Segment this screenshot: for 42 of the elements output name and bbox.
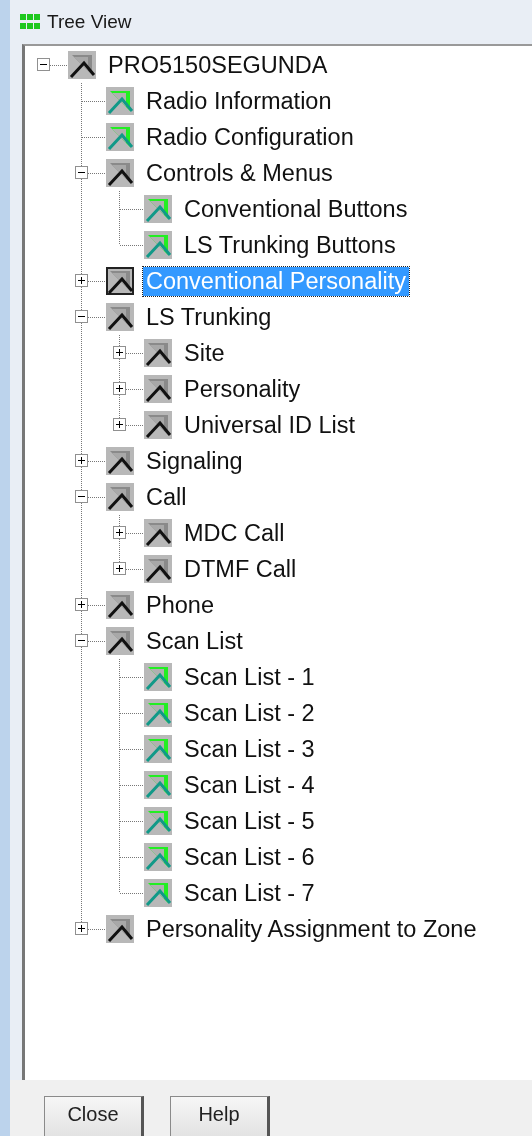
tree-item[interactable]: Scan List - 4 — [181, 770, 318, 800]
tree-item[interactable]: Scan List - 5 — [181, 806, 318, 836]
expand-icon[interactable] — [113, 562, 126, 575]
expand-icon[interactable] — [113, 526, 126, 539]
grid-icon — [20, 14, 41, 30]
tree-item[interactable]: Call — [143, 482, 190, 512]
tree-item[interactable]: Radio Configuration — [143, 122, 357, 152]
tree-item[interactable]: PRO5150SEGUNDA — [105, 50, 331, 80]
expand-icon[interactable] — [75, 454, 88, 467]
window-title: Tree View — [47, 11, 132, 33]
tree-item[interactable]: Conventional Buttons — [181, 194, 411, 224]
collapse-icon[interactable] — [75, 634, 88, 647]
tree-item[interactable]: Controls & Menus — [143, 158, 336, 188]
tree-item[interactable]: Scan List - 7 — [181, 878, 318, 908]
tree-item[interactable]: Scan List - 3 — [181, 734, 318, 764]
collapse-icon[interactable] — [75, 490, 88, 503]
tree-item[interactable]: LS Trunking — [143, 302, 275, 332]
tree-item[interactable]: Universal ID List — [181, 410, 359, 440]
tree-item[interactable]: Scan List - 1 — [181, 662, 318, 692]
close-button[interactable]: Close — [44, 1096, 144, 1136]
tree-item[interactable]: Signaling — [143, 446, 246, 476]
tree-item[interactable]: Radio Information — [143, 86, 335, 116]
help-button[interactable]: Help — [170, 1096, 270, 1136]
expand-icon[interactable] — [113, 346, 126, 359]
tree-item[interactable]: Personality — [181, 374, 304, 404]
expand-icon[interactable] — [75, 274, 88, 287]
tree-item[interactable]: DTMF Call — [181, 554, 300, 584]
tree-item[interactable]: Scan List - 6 — [181, 842, 318, 872]
expand-icon[interactable] — [113, 382, 126, 395]
collapse-icon[interactable] — [75, 310, 88, 323]
expand-icon[interactable] — [75, 598, 88, 611]
tree-item[interactable]: Phone — [143, 590, 217, 620]
tree-item[interactable]: Site — [181, 338, 228, 368]
expand-icon[interactable] — [75, 922, 88, 935]
collapse-icon[interactable] — [37, 58, 50, 71]
collapse-icon[interactable] — [75, 166, 88, 179]
tree-item[interactable]: Scan List - 2 — [181, 698, 318, 728]
tree-item[interactable]: MDC Call — [181, 518, 288, 548]
tree-item[interactable]: Personality Assignment to Zone — [143, 914, 480, 944]
tree-item[interactable]: Scan List — [143, 626, 246, 656]
expand-icon[interactable] — [113, 418, 126, 431]
tree-item[interactable]: LS Trunking Buttons — [181, 230, 399, 260]
